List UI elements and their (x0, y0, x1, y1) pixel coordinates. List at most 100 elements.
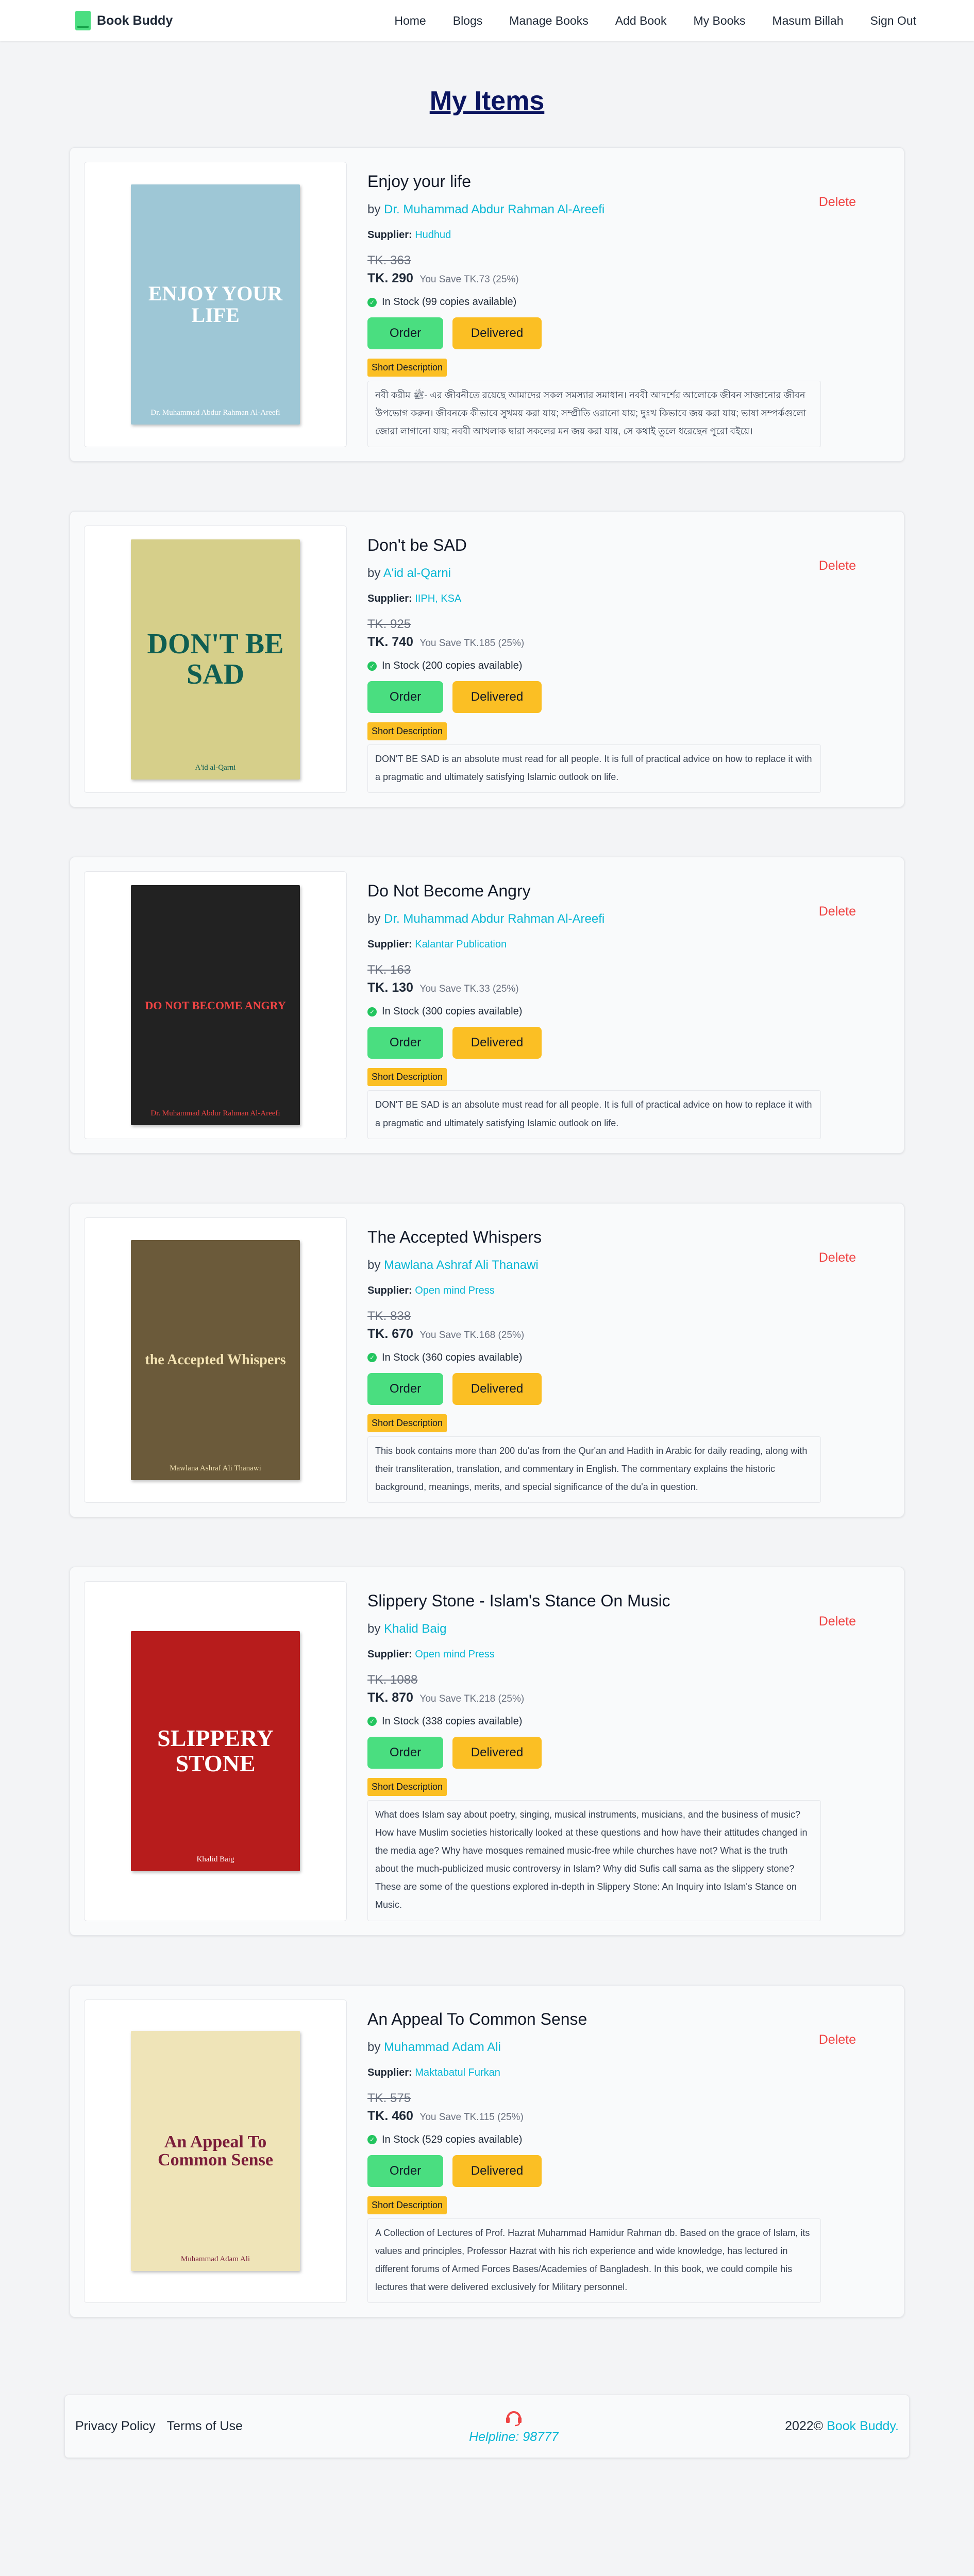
delivered-button[interactable]: Delivered (452, 1372, 542, 1405)
order-button[interactable]: Order (367, 317, 443, 349)
author-link[interactable]: Mawlana Ashraf Ali Thanawi (384, 1258, 539, 1272)
nav-link-blogs[interactable]: Blogs (453, 14, 483, 28)
stock-text: In Stock (300 copies available) (382, 1006, 523, 1018)
delete-button[interactable]: Delete (819, 2032, 856, 2047)
cover-frame: DON'T BE SAD A'id al-Qarni (84, 526, 347, 793)
delete-button[interactable]: Delete (819, 1250, 856, 1265)
supplier-label: Supplier: (367, 229, 412, 241)
order-button[interactable]: Order (367, 1372, 443, 1405)
book-cover-author: Mawlana Ashraf Ali Thanawi (170, 1464, 261, 1472)
book-cover-title: DON'T BE SAD (147, 628, 284, 690)
item-supplier: Supplier: Open mind Press (367, 1285, 890, 1297)
stock-text: In Stock (99 copies available) (382, 296, 517, 308)
order-button[interactable]: Order (367, 681, 443, 714)
delete-button[interactable]: Delete (819, 1614, 856, 1629)
old-price: TK. 838 (367, 1309, 411, 1323)
nav-link-my-books[interactable]: My Books (693, 14, 745, 28)
order-button[interactable]: Order (367, 2155, 443, 2187)
item-title: Slippery Stone - Islam's Stance On Music (367, 1591, 670, 1610)
item-card: the Accepted Whispers Mawlana Ashraf Ali… (70, 1202, 904, 1517)
delete-button[interactable]: Delete (819, 904, 856, 919)
brand[interactable]: Book Buddy (75, 11, 173, 30)
delivered-button[interactable]: Delivered (452, 1027, 542, 1059)
book-cover-image: DO NOT BECOME ANGRY Dr. Muhammad Abdur R… (131, 885, 300, 1126)
supplier-label: Supplier: (367, 1284, 412, 1296)
action-buttons: Order Delivered (367, 681, 890, 714)
item-card: SLIPPERY STONE Khalid Baig Slippery Ston… (70, 1566, 904, 1936)
price-row: TK. 670 You Save TK.168 (25%) (367, 1327, 890, 1342)
savings-text: You Save TK.168 (25%) (419, 1329, 525, 1341)
delivered-button[interactable]: Delivered (452, 2155, 542, 2187)
terms-of-use-link[interactable]: Terms of Use (167, 2419, 243, 2434)
item-byline: by Khalid Baig (367, 1622, 890, 1636)
stock-text: In Stock (360 copies available) (382, 1351, 523, 1363)
by-label: by (367, 1621, 381, 1636)
supplier-link[interactable]: IIPH, KSA (415, 593, 461, 604)
top-navbar: Book Buddy Home Blogs Manage Books Add B… (0, 0, 974, 41)
nav-link-home[interactable]: Home (394, 14, 426, 28)
savings-text: You Save TK.73 (25%) (419, 274, 519, 285)
author-link[interactable]: A'id al-Qarni (383, 566, 451, 580)
privacy-policy-link[interactable]: Privacy Policy (75, 2419, 156, 2434)
helpline-block: Helpline: 98777 (469, 2408, 559, 2445)
savings-text: You Save TK.185 (25%) (419, 638, 525, 649)
author-link[interactable]: Muhammad Adam Ali (384, 2040, 501, 2054)
supplier-link[interactable]: Kalantar Publication (415, 939, 507, 950)
price-row: TK. 740 You Save TK.185 (25%) (367, 635, 890, 650)
item-title: Do Not Become Angry (367, 882, 531, 901)
price-row: TK. 130 You Save TK.33 (25%) (367, 980, 890, 995)
delivered-button[interactable]: Delivered (452, 317, 542, 349)
book-cover-image: ENJOY YOUR LIFE Dr. Muhammad Abdur Rahma… (131, 184, 300, 425)
item-info: Enjoy your life by Dr. Muhammad Abdur Ra… (367, 162, 890, 448)
item-card: DO NOT BECOME ANGRY Dr. Muhammad Abdur R… (70, 857, 904, 1154)
author-link[interactable]: Khalid Baig (384, 1622, 446, 1636)
new-price: TK. 130 (367, 980, 413, 995)
price-row: TK. 290 You Save TK.73 (25%) (367, 271, 890, 286)
new-price: TK. 460 (367, 2108, 413, 2123)
nav-link-sign-out[interactable]: Sign Out (870, 14, 917, 28)
delivered-button[interactable]: Delivered (452, 681, 542, 714)
short-description-text: DON'T BE SAD is an absolute must read fo… (367, 744, 821, 793)
stock-status: ✓ In Stock (300 copies available) (367, 1006, 890, 1018)
book-cover-title: An Appeal To Common Sense (158, 2132, 273, 2170)
item-supplier: Supplier: Hudhud (367, 229, 890, 241)
supplier-link[interactable]: Hudhud (415, 229, 451, 241)
item-card: An Appeal To Common Sense Muhammad Adam … (70, 1985, 904, 2317)
price-row: TK. 460 You Save TK.115 (25%) (367, 2109, 890, 2124)
stock-status: ✓ In Stock (529 copies available) (367, 2134, 890, 2146)
item-title: Don't be SAD (367, 536, 467, 555)
check-circle-icon: ✓ (367, 1353, 377, 1363)
action-buttons: Order Delivered (367, 2155, 890, 2187)
cover-frame: the Accepted Whispers Mawlana Ashraf Ali… (84, 1217, 347, 1503)
delete-button[interactable]: Delete (819, 558, 856, 573)
order-button[interactable]: Order (367, 1027, 443, 1059)
item-byline: by Dr. Muhammad Abdur Rahman Al-Areefi (367, 912, 890, 926)
stock-status: ✓ In Stock (360 copies available) (367, 1352, 890, 1364)
stock-status: ✓ In Stock (200 copies available) (367, 660, 890, 672)
item-byline: by Dr. Muhammad Abdur Rahman Al-Areefi (367, 202, 890, 217)
book-cover-image: An Appeal To Common Sense Muhammad Adam … (131, 2031, 300, 2272)
book-cover-image: the Accepted Whispers Mawlana Ashraf Ali… (131, 1240, 300, 1480)
savings-text: You Save TK.218 (25%) (419, 1693, 525, 1704)
book-cover-author: Khalid Baig (196, 1855, 234, 1863)
delete-button[interactable]: Delete (819, 195, 856, 210)
supplier-label: Supplier: (367, 1648, 412, 1660)
stock-text: In Stock (200 copies available) (382, 660, 523, 672)
supplier-link[interactable]: Maktabatul Furkan (415, 2067, 500, 2078)
short-description-label: Short Description (367, 2196, 447, 2214)
author-link[interactable]: Dr. Muhammad Abdur Rahman Al-Areefi (384, 912, 604, 926)
footer-brand-link[interactable]: Book Buddy. (827, 2419, 899, 2433)
book-cover-title: ENJOY YOUR LIFE (148, 282, 283, 327)
supplier-link[interactable]: Open mind Press (415, 1649, 495, 1660)
nav-link-user-name[interactable]: Masum Billah (772, 14, 843, 28)
order-button[interactable]: Order (367, 1736, 443, 1769)
item-supplier: Supplier: Open mind Press (367, 1649, 890, 1660)
supplier-link[interactable]: Open mind Press (415, 1285, 495, 1296)
nav-link-add-book[interactable]: Add Book (615, 14, 667, 28)
nav-link-manage-books[interactable]: Manage Books (509, 14, 588, 28)
short-description-label: Short Description (367, 1777, 447, 1796)
headset-icon (505, 2408, 523, 2427)
delivered-button[interactable]: Delivered (452, 1736, 542, 1769)
author-link[interactable]: Dr. Muhammad Abdur Rahman Al-Areefi (384, 202, 604, 216)
new-price: TK. 670 (367, 1326, 413, 1341)
